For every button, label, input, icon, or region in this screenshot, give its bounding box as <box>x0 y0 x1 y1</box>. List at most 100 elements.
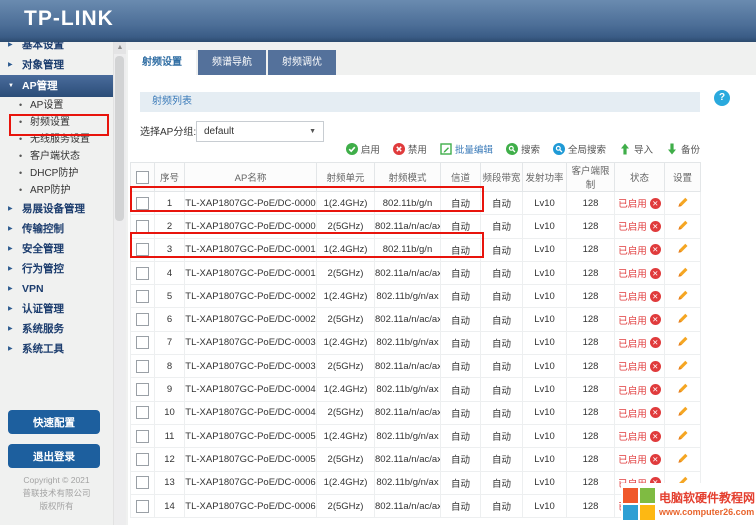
bullet-icon: • <box>19 131 22 148</box>
edit-pencil-icon[interactable] <box>677 339 689 350</box>
row-seq-cell: 9 <box>155 378 185 401</box>
bandwidth-cell: 自动 <box>481 448 523 471</box>
radio-unit-cell: 2(5GHz) <box>317 308 375 331</box>
sidebar-item-易展设备管理[interactable]: ▶易展设备管理 <box>0 199 113 219</box>
disable-radio-icon[interactable]: ✕ <box>650 221 661 232</box>
row-checkbox[interactable] <box>136 243 149 256</box>
edit-pencil-icon[interactable] <box>677 456 689 467</box>
row-checkbox[interactable] <box>136 290 149 303</box>
settings-cell <box>665 285 701 308</box>
quick-setup-button[interactable]: 快速配置 <box>8 410 100 434</box>
logout-button[interactable]: 退出登录 <box>8 444 100 468</box>
row-checkbox-cell <box>131 378 155 401</box>
row-checkbox[interactable] <box>136 360 149 373</box>
disable-radio-icon[interactable]: ✕ <box>650 454 661 465</box>
scrollbar-thumb[interactable] <box>115 56 124 221</box>
edit-pencil-icon[interactable] <box>677 270 689 281</box>
status-text: 已启用 <box>618 266 647 280</box>
row-checkbox-cell <box>131 448 155 471</box>
edit-pencil-icon[interactable] <box>677 223 689 234</box>
row-seq-cell: 4 <box>155 261 185 284</box>
edit-pencil-icon[interactable] <box>677 363 689 374</box>
sidebar-item-认证管理[interactable]: ▶认证管理 <box>0 299 113 319</box>
settings-cell <box>665 238 701 261</box>
sidebar-subitem-AP设置[interactable]: •AP设置 <box>0 97 113 114</box>
row-checkbox-cell <box>131 285 155 308</box>
row-checkbox[interactable] <box>136 476 149 489</box>
row-checkbox[interactable] <box>136 406 149 419</box>
disable-radio-icon[interactable]: ✕ <box>650 291 661 302</box>
status-badge: 已启用✕ <box>618 383 661 397</box>
row-checkbox[interactable] <box>136 500 149 513</box>
edit-pencil-icon[interactable] <box>677 409 689 420</box>
disable-radio-icon[interactable]: ✕ <box>650 384 661 395</box>
ap-name-cell: TL-XAP1807GC-PoE/DC-0001 <box>185 261 317 284</box>
chevron-right-icon: ▶ <box>8 259 13 279</box>
ap-group-select[interactable]: default ▼ <box>196 121 324 142</box>
row-checkbox[interactable] <box>136 453 149 466</box>
edit-pencil-icon[interactable] <box>677 386 689 397</box>
edit-pencil-icon[interactable] <box>677 293 689 304</box>
row-checkbox[interactable] <box>136 430 149 443</box>
channel-cell: 自动 <box>441 424 481 447</box>
tab-射频调优[interactable]: 射频调优 <box>268 50 336 75</box>
disable-radio-icon[interactable]: ✕ <box>650 314 661 325</box>
sidebar-item-对象管理[interactable]: ▶对象管理 <box>0 55 113 75</box>
row-checkbox-cell <box>131 238 155 261</box>
table-row: 8TL-XAP1807GC-PoE/DC-00032(5GHz)802.11a/… <box>131 355 701 378</box>
disable-radio-icon[interactable]: ✕ <box>650 407 661 418</box>
status-cell: 已启用✕ <box>615 215 665 238</box>
disable-radio-icon[interactable]: ✕ <box>650 244 661 255</box>
sidebar-item-行为管控[interactable]: ▶行为管控 <box>0 259 113 279</box>
row-checkbox[interactable] <box>136 220 149 233</box>
toolbar-备份-button[interactable]: 备份 <box>666 142 700 156</box>
sidebar-subitem-ARP防护[interactable]: •ARP防护 <box>0 182 113 199</box>
sidebar-subitem-无线服务设置[interactable]: •无线服务设置 <box>0 131 113 148</box>
toolbar-启用-button[interactable]: 启用 <box>346 142 380 156</box>
edit-pencil-icon[interactable] <box>677 316 689 327</box>
row-checkbox[interactable] <box>136 313 149 326</box>
sidebar-scrollbar[interactable]: ▲ <box>113 42 126 525</box>
row-checkbox[interactable] <box>136 267 149 280</box>
row-checkbox[interactable] <box>136 383 149 396</box>
sidebar-item-基本设置[interactable]: ▶基本设置 <box>0 42 113 55</box>
row-checkbox[interactable] <box>136 336 149 349</box>
row-checkbox[interactable] <box>136 197 149 210</box>
bandwidth-cell: 自动 <box>481 308 523 331</box>
disable-radio-icon[interactable]: ✕ <box>650 337 661 348</box>
toolbar-搜索-button[interactable]: 搜索 <box>506 142 540 156</box>
edit-pencil-icon[interactable] <box>677 433 689 444</box>
sidebar-item-系统工具[interactable]: ▶系统工具 <box>0 339 113 359</box>
edit-pencil-icon[interactable] <box>677 246 689 257</box>
sidebar-subitem-label: DHCP防护 <box>30 168 78 179</box>
sidebar-item-AP管理[interactable]: ▼AP管理 <box>0 75 113 97</box>
sidebar-item-VPN[interactable]: ▶VPN <box>0 279 113 299</box>
settings-cell <box>665 331 701 354</box>
status-badge: 已启用✕ <box>618 313 661 327</box>
sidebar-item-系统服务[interactable]: ▶系统服务 <box>0 319 113 339</box>
edit-pencil-icon[interactable] <box>677 200 689 211</box>
help-icon[interactable]: ? <box>714 90 730 106</box>
disable-radio-icon[interactable]: ✕ <box>650 198 661 209</box>
scrollbar-up-arrow-icon[interactable]: ▲ <box>114 42 126 54</box>
tab-频谱导航[interactable]: 频谱导航 <box>198 50 266 75</box>
table-row: 3TL-XAP1807GC-PoE/DC-00011(2.4GHz)802.11… <box>131 238 701 261</box>
toolbar-全局搜索-button[interactable]: 全局搜索 <box>553 142 606 156</box>
toolbar-导入-button[interactable]: 导入 <box>619 142 653 156</box>
sidebar-item-安全管理[interactable]: ▶安全管理 <box>0 239 113 259</box>
tab-射频设置[interactable]: 射频设置 <box>128 50 196 75</box>
sidebar-subitem-客户端状态[interactable]: •客户端状态 <box>0 148 113 165</box>
status-badge: 已启用✕ <box>618 406 661 420</box>
sidebar-subitem-DHCP防护[interactable]: •DHCP防护 <box>0 165 113 182</box>
sidebar-subitem-射频设置[interactable]: •射频设置 <box>0 114 113 131</box>
disable-radio-icon[interactable]: ✕ <box>650 268 661 279</box>
status-cell: 已启用✕ <box>615 424 665 447</box>
ap-name-cell: TL-XAP1807GC-PoE/DC-0000 <box>185 215 317 238</box>
status-text: 已启用 <box>618 452 647 466</box>
disable-radio-icon[interactable]: ✕ <box>650 361 661 372</box>
select-all-checkbox[interactable] <box>136 171 149 184</box>
sidebar-item-传输控制[interactable]: ▶传输控制 <box>0 219 113 239</box>
toolbar-禁用-button[interactable]: 禁用 <box>393 142 427 156</box>
disable-radio-icon[interactable]: ✕ <box>650 431 661 442</box>
toolbar-批量编辑-button[interactable]: 批量编辑 <box>440 142 493 156</box>
